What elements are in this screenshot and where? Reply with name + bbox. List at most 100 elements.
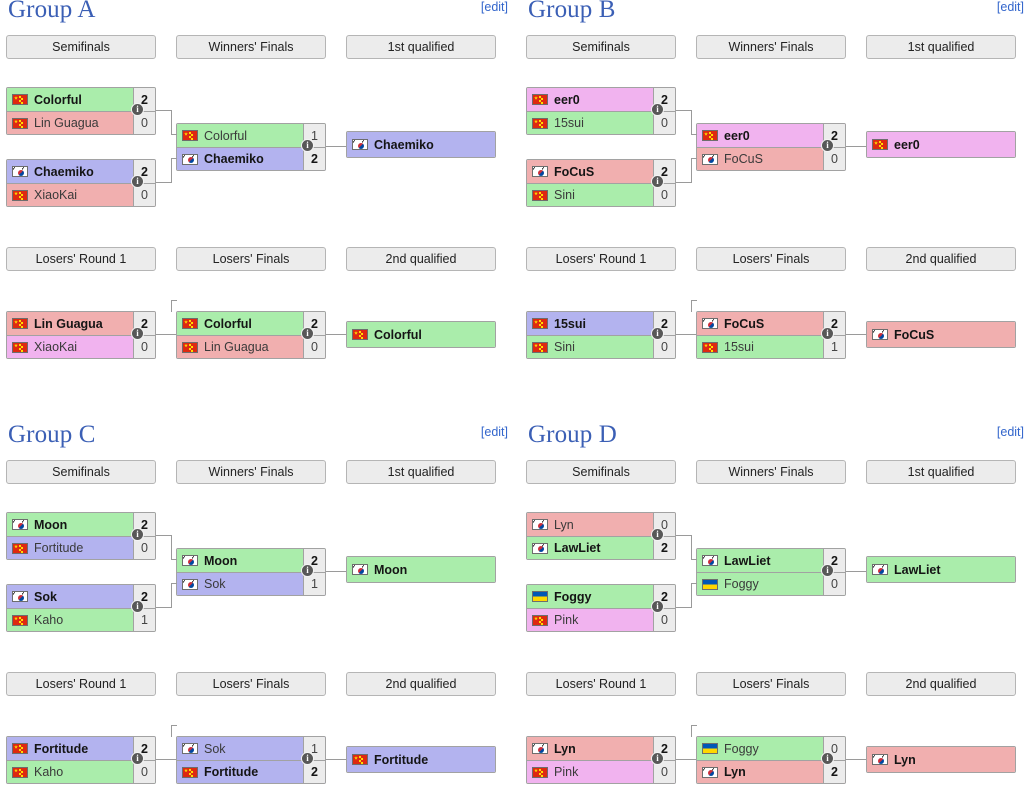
match-info-icon[interactable]: i — [821, 752, 834, 765]
match-info-icon[interactable]: i — [821, 139, 834, 152]
second-qualified-box[interactable]: Colorful — [346, 321, 496, 348]
player-label: Sok — [34, 589, 57, 604]
china-flag-icon — [182, 341, 198, 353]
match-info-icon[interactable]: i — [301, 564, 314, 577]
player-name: Kaho — [7, 609, 133, 631]
match-row[interactable]: LawLiet — [867, 557, 1015, 582]
round-header: 2nd qualified — [346, 247, 496, 271]
match-info-icon[interactable]: i — [651, 103, 664, 116]
match-info-icon[interactable]: i — [301, 139, 314, 152]
player-label: Sok — [204, 577, 226, 591]
groups-grid: Group A [edit] Semifinals Winners' Finals 1s… — [0, 0, 1036, 807]
player-label: eer0 — [724, 128, 750, 143]
player-label: Moon — [34, 517, 68, 532]
edit-link[interactable]: [edit] — [997, 425, 1024, 439]
second-qualified-box[interactable]: Fortitude — [346, 746, 496, 773]
match-row[interactable]: eer0 — [867, 132, 1015, 157]
first-qualified-box[interactable]: eer0 — [866, 131, 1016, 158]
group-d: Group D [edit] Semifinals Winners' Finals 1s… — [520, 421, 1036, 807]
player-name: Colorful — [177, 312, 303, 335]
round-header: 1st qualified — [866, 35, 1016, 59]
round-header-row-lower: Losers' Round 1 Losers' Finals 2nd qualifi… — [0, 672, 520, 696]
player-label: Moon — [374, 562, 408, 577]
player-name: Fortitude — [347, 747, 495, 772]
player-label: LawLiet — [724, 553, 771, 568]
player-name: LawLiet — [527, 537, 653, 559]
group-header: Group A [edit] — [4, 0, 516, 30]
player-name: Pink — [527, 761, 653, 783]
player-name: Fortitude — [7, 537, 133, 559]
match-row[interactable]: Fortitude — [347, 747, 495, 772]
china-flag-icon — [12, 341, 28, 353]
match-info-icon[interactable]: i — [131, 528, 144, 541]
round-header: Losers' Finals — [696, 672, 846, 696]
ukraine-flag-icon — [702, 743, 718, 754]
round-header: Losers' Finals — [696, 247, 846, 271]
player-name: Sok — [7, 585, 133, 608]
edit-link[interactable]: [edit] — [481, 0, 508, 14]
first-qualified-box[interactable]: Moon — [346, 556, 496, 583]
player-label: Pink — [554, 765, 579, 779]
china-flag-icon — [12, 94, 28, 105]
match-info-icon[interactable]: i — [651, 600, 664, 613]
round-header: 2nd qualified — [346, 672, 496, 696]
first-qualified-box[interactable]: Chaemiko — [346, 131, 496, 158]
south-korea-flag-icon — [12, 519, 28, 530]
player-label: LawLiet — [554, 541, 601, 555]
match-info-icon[interactable]: i — [301, 752, 314, 765]
match-info-icon[interactable]: i — [131, 103, 144, 116]
match-row[interactable]: Moon — [347, 557, 495, 582]
match-info-icon[interactable]: i — [651, 327, 664, 340]
player-label: Kaho — [34, 765, 64, 779]
match-row[interactable]: FoCuS — [867, 322, 1015, 347]
player-label: Moon — [204, 553, 238, 568]
match-info-icon[interactable]: i — [651, 752, 664, 765]
round-header: Semifinals — [526, 460, 676, 484]
player-label: Fortitude — [204, 765, 259, 779]
group-a: Group A [edit] Semifinals Winners' Finals 1s… — [0, 0, 520, 425]
round-header: Winners' Finals — [696, 460, 846, 484]
match-info-icon[interactable]: i — [821, 564, 834, 577]
match-info-icon[interactable]: i — [131, 600, 144, 613]
china-flag-icon — [532, 341, 548, 353]
match-row[interactable]: Colorful — [347, 322, 495, 347]
south-korea-flag-icon — [12, 166, 28, 177]
match-info-icon[interactable]: i — [131, 175, 144, 188]
first-qualified-box[interactable]: LawLiet — [866, 556, 1016, 583]
player-label: Colorful — [204, 128, 248, 143]
edit-link[interactable]: [edit] — [481, 425, 508, 439]
player-label: Lin Guagua — [34, 316, 103, 331]
player-name: Lyn — [867, 747, 1015, 772]
match-row[interactable]: Chaemiko — [347, 132, 495, 157]
south-korea-flag-icon — [702, 555, 718, 566]
player-label: Sini — [554, 340, 575, 354]
player-name: Lyn — [697, 761, 823, 783]
group-title: Group A — [8, 0, 96, 23]
match-info-icon[interactable]: i — [651, 528, 664, 541]
player-name: Colorful — [347, 322, 495, 347]
china-flag-icon — [12, 318, 28, 329]
player-name: 15sui — [527, 312, 653, 335]
south-korea-flag-icon — [532, 519, 548, 530]
match-info-icon[interactable]: i — [131, 327, 144, 340]
round-header: Losers' Round 1 — [526, 247, 676, 271]
player-name: 15sui — [697, 336, 823, 358]
match-row[interactable]: Lyn — [867, 747, 1015, 772]
south-korea-flag-icon — [702, 766, 718, 778]
china-flag-icon — [532, 318, 548, 329]
south-korea-flag-icon — [702, 318, 718, 329]
player-label: Colorful — [34, 92, 82, 107]
player-name: XiaoKai — [7, 184, 133, 206]
group-header: Group B [edit] — [524, 0, 1032, 30]
match-info-icon[interactable]: i — [651, 175, 664, 188]
china-flag-icon — [352, 329, 368, 340]
second-qualified-box[interactable]: FoCuS — [866, 321, 1016, 348]
player-label: Lin Guagua — [204, 340, 269, 354]
match-info-icon[interactable]: i — [301, 327, 314, 340]
edit-link[interactable]: [edit] — [997, 0, 1024, 14]
player-label: XiaoKai — [34, 188, 78, 202]
match-info-icon[interactable]: i — [821, 327, 834, 340]
second-qualified-box[interactable]: Lyn — [866, 746, 1016, 773]
match-info-icon[interactable]: i — [131, 752, 144, 765]
round-header: Semifinals — [6, 460, 156, 484]
